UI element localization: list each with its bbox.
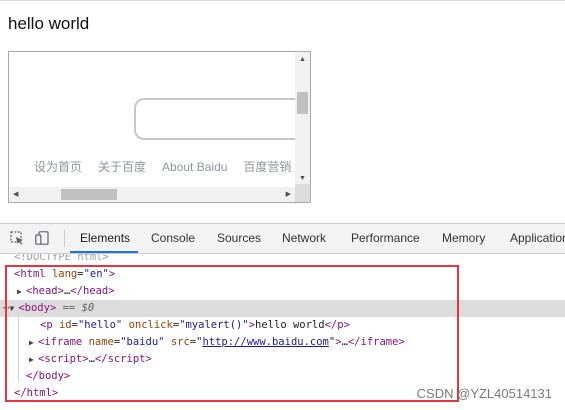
link-baidu-marketing[interactable]: 百度营销 [243, 160, 291, 174]
tab-network[interactable]: Network [282, 224, 326, 253]
link-about-baidu[interactable]: About Baidu [162, 160, 227, 174]
tab-memory[interactable]: Memory [442, 224, 485, 253]
vertical-scroll-thumb[interactable] [297, 92, 308, 114]
baidu-footer-links: 设为首页 关于百度 About Baidu 百度营销 [34, 158, 307, 175]
inspect-element-icon[interactable] [10, 231, 24, 245]
doctype-text: <!DOCTYPE html> [14, 254, 109, 263]
toolbar-separator [64, 230, 65, 247]
scroll-down-arrow-icon[interactable]: ▼ [299, 175, 306, 182]
scroll-right-arrow-icon[interactable]: ▶ [286, 191, 291, 198]
csdn-watermark: CSDN @YZL40514131 [416, 386, 552, 401]
top-border [0, 0, 565, 1]
scroll-left-arrow-icon[interactable]: ◀ [13, 191, 18, 198]
link-set-homepage[interactable]: 设为首页 [34, 160, 82, 174]
hello-paragraph[interactable]: hello world [8, 14, 89, 34]
active-tab-indicator [70, 251, 138, 253]
link-about-baidu-cn[interactable]: 关于百度 [98, 160, 146, 174]
scroll-up-arrow-icon[interactable]: ▲ [299, 56, 306, 63]
device-toolbar-icon[interactable] [35, 231, 49, 245]
baidu-search-input[interactable] [134, 98, 304, 140]
iframe-vertical-scrollbar[interactable]: ▲ ▼ [295, 52, 310, 186]
tab-sources[interactable]: Sources [217, 224, 261, 253]
baidu-iframe[interactable]: 设为首页 关于百度 About Baidu 百度营销 ▲ ▼ ◀ ▶ [8, 51, 311, 203]
annotation-highlight-box [5, 265, 459, 402]
tab-application[interactable]: Application [510, 224, 565, 253]
horizontal-scroll-thumb[interactable] [61, 189, 117, 200]
tab-performance[interactable]: Performance [351, 224, 420, 253]
devtools-toolbar: Elements Console Sources Network Perform… [0, 224, 565, 254]
scrollbar-corner [295, 184, 310, 202]
tab-elements[interactable]: Elements [80, 224, 130, 253]
tab-console[interactable]: Console [151, 224, 195, 253]
iframe-horizontal-scrollbar[interactable]: ◀ ▶ [9, 187, 295, 202]
